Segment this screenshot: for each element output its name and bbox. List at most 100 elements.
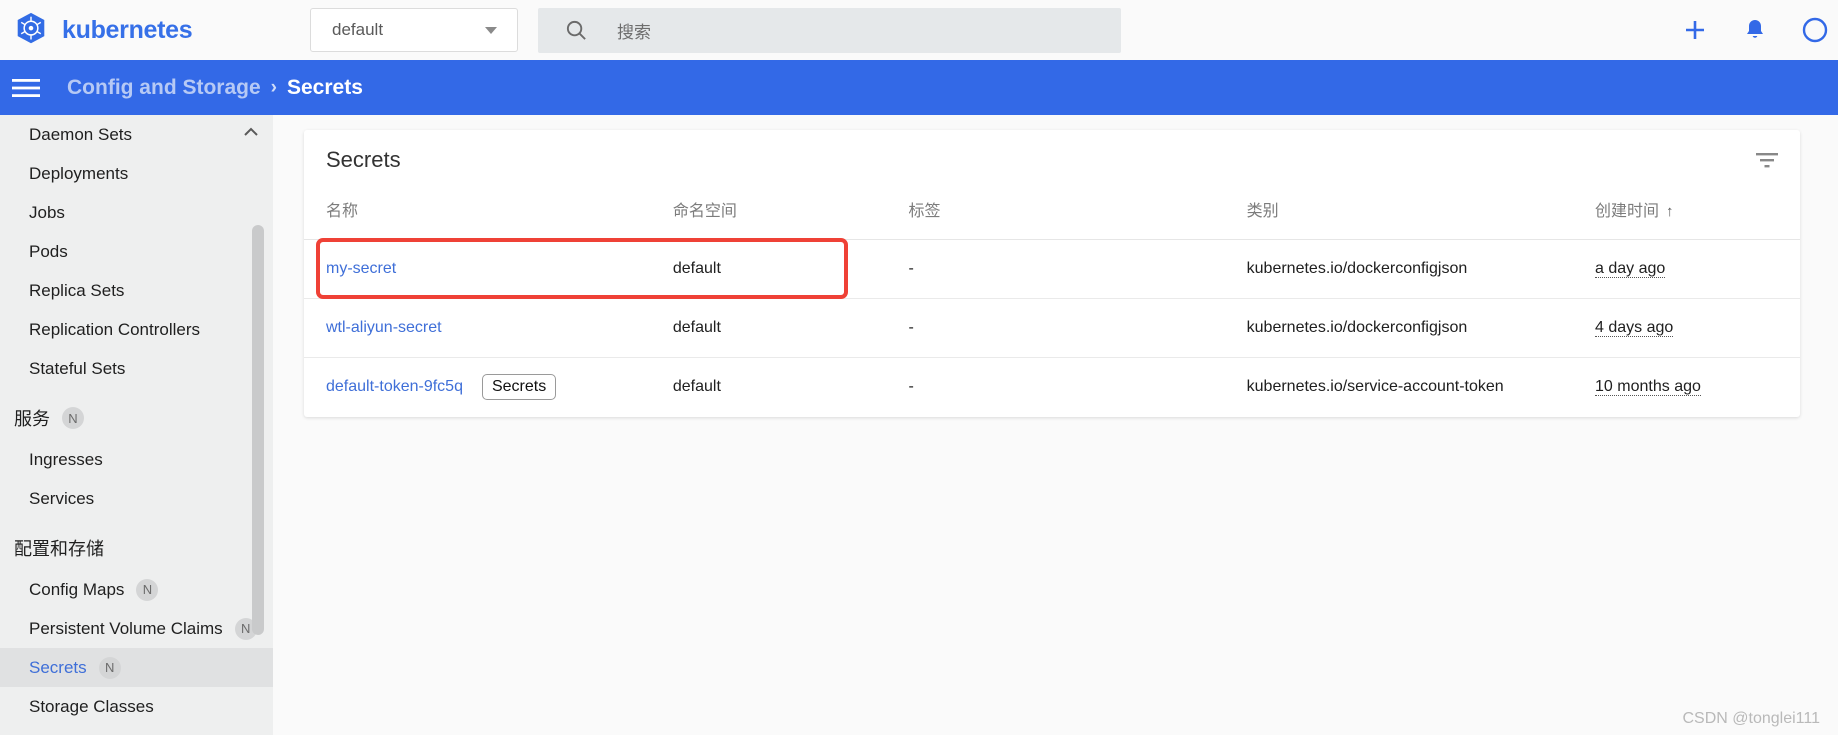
namespaced-badge: N: [136, 578, 159, 601]
sort-ascending-icon: ↑: [1666, 203, 1674, 220]
column-header-1[interactable]: 命名空间: [672, 189, 909, 240]
filter-funnel-icon[interactable]: [1756, 152, 1778, 169]
sidebar-item-ingresses[interactable]: Ingresses: [0, 440, 273, 479]
secrets-table: 名称 命名空间 标签 类别 创建时间 ↑ my-secret default - kuberne…: [304, 189, 1800, 417]
column-header-label: 创建时间: [1595, 203, 1660, 220]
row-tooltip: Secrets: [481, 374, 557, 401]
sidebar-item-label: Replication Controllers: [29, 319, 201, 339]
kubernetes-wheel-logo: [12, 11, 50, 49]
sidebar-item-label: Stateful Sets: [29, 358, 126, 378]
table-header-row: 名称 命名空间 标签 类别 创建时间 ↑: [304, 189, 1800, 240]
sidebar-item-label: Storage Classes: [29, 696, 154, 716]
brand-name: kubernetes: [62, 15, 193, 44]
sidebar-item-label: Ingresses: [29, 449, 103, 469]
sidebar-item-config-maps[interactable]: Config Maps N: [0, 570, 273, 609]
created-timestamp: a day ago: [1595, 260, 1666, 278]
watermark: CSDN @tonglei111: [1682, 710, 1821, 727]
sidebar-item-服务: 服务 N: [0, 396, 273, 440]
cell-created: 4 days ago: [1595, 298, 1800, 358]
cell-name: default-token-9fc5q Secrets: [304, 358, 673, 417]
namespaced-badge: N: [98, 656, 121, 679]
breadcrumb-bar: Config and Storage › Secrets: [0, 60, 1838, 115]
column-header-4[interactable]: 创建时间 ↑: [1595, 189, 1800, 240]
search-input[interactable]: 搜索: [617, 18, 651, 43]
sidebar-item-label: 服务: [14, 409, 50, 429]
hamburger-menu-icon[interactable]: [12, 78, 40, 98]
cell-namespace: default: [672, 298, 909, 358]
sidebar-item-label: Config Maps: [29, 579, 125, 599]
table-row[interactable]: wtl-aliyun-secret default - kubernetes.io/d…: [304, 298, 1800, 358]
top-bar: kubernetes default 搜索: [0, 0, 1838, 60]
sidebar-item-stateful-sets[interactable]: Stateful Sets: [0, 349, 273, 388]
created-timestamp: 4 days ago: [1595, 319, 1674, 337]
chevron-up-icon[interactable]: [243, 125, 259, 141]
sidebar-nav: Daemon Sets Deployments Jobs Pods Replica Se…: [0, 115, 273, 726]
brand[interactable]: kubernetes: [12, 11, 302, 49]
main-content: Secrets 名称 命名空间 标签 类别 创建时间 ↑ my-secret default…: [273, 115, 1838, 735]
sidebar-item-pods[interactable]: Pods: [0, 232, 273, 271]
sidebar-item-services[interactable]: Services: [0, 479, 273, 518]
cell-labels: -: [908, 378, 914, 396]
sidebar-item-jobs[interactable]: Jobs: [0, 193, 273, 232]
sidebar-item-label: Services: [29, 488, 95, 508]
sidebar-item-label: Secrets: [29, 657, 87, 677]
card-header: Secrets: [304, 130, 1800, 189]
sidebar-item-replica-sets[interactable]: Replica Sets: [0, 271, 273, 310]
sidebar-item-label: Jobs: [29, 202, 65, 222]
column-header-label: 名称: [326, 203, 359, 220]
top-actions: [1680, 0, 1838, 60]
sidebar-item-label: Daemon Sets: [29, 124, 132, 144]
cell-created: a day ago: [1595, 239, 1800, 299]
sidebar-item-label: 配置和存储: [14, 539, 104, 559]
column-header-0[interactable]: 名称: [304, 189, 673, 240]
table-row[interactable]: my-secret default - kubernetes.io/dockercon…: [304, 239, 1800, 299]
sidebar-item-secrets[interactable]: Secrets N: [0, 648, 273, 687]
search-box[interactable]: 搜索: [538, 7, 1121, 53]
namespace-value: default: [332, 20, 384, 39]
cell-created: 10 months ago: [1595, 358, 1800, 417]
cell-name: wtl-aliyun-secret: [304, 298, 673, 358]
chevron-down-icon: [485, 27, 497, 34]
help-circle-icon[interactable]: [1800, 15, 1830, 45]
column-header-3[interactable]: 类别: [1246, 189, 1596, 240]
cell-labels: -: [908, 298, 1247, 358]
column-header-label: 标签: [908, 203, 941, 220]
bell-icon[interactable]: [1740, 15, 1770, 45]
sidebar-item-配置和存储: 配置和存储: [0, 526, 273, 570]
column-header-2[interactable]: 标签: [908, 189, 1247, 240]
secret-name-link[interactable]: wtl-aliyun-secret: [326, 319, 442, 336]
namespaced-badge: N: [62, 407, 84, 429]
secrets-card: Secrets 名称 命名空间 标签 类别 创建时间 ↑ my-secret default…: [304, 130, 1800, 417]
sidebar: Daemon Sets Deployments Jobs Pods Replica Se…: [0, 115, 273, 735]
sidebar-item-label: Pods: [29, 241, 68, 261]
cell-type: kubernetes.io/dockerconfigjson: [1246, 298, 1596, 358]
cell-namespace: default: [672, 239, 909, 299]
sidebar-item-persistent-volume-claims[interactable]: Persistent Volume Claims N: [0, 609, 273, 648]
page-title: Secrets: [326, 146, 401, 172]
plus-icon[interactable]: [1680, 15, 1710, 45]
sidebar-item-replication-controllers[interactable]: Replication Controllers: [0, 310, 273, 349]
body: Daemon Sets Deployments Jobs Pods Replica Se…: [0, 115, 1838, 735]
secret-name-link[interactable]: my-secret: [326, 260, 396, 277]
created-timestamp: 10 months ago: [1595, 378, 1701, 397]
cell-type: kubernetes.io/dockerconfigjson: [1246, 239, 1596, 299]
cell-type: kubernetes.io/service-account-token: [1246, 378, 1504, 396]
sidebar-item-label: Replica Sets: [29, 280, 125, 300]
breadcrumb-parent[interactable]: Config and Storage: [67, 76, 261, 100]
column-header-label: 命名空间: [672, 203, 737, 220]
namespace-selector[interactable]: default: [310, 8, 518, 52]
secret-name-link[interactable]: default-token-9fc5q: [326, 378, 463, 395]
cell-namespace: default: [672, 378, 721, 396]
breadcrumb-separator: ›: [270, 76, 277, 98]
table-body: my-secret default - kubernetes.io/dockercon…: [304, 239, 1800, 417]
sidebar-item-label: Persistent Volume Claims: [29, 618, 223, 638]
cell-name: my-secret: [304, 239, 673, 299]
search-icon: [565, 19, 588, 42]
cell-labels: -: [908, 239, 1247, 299]
sidebar-item-storage-classes[interactable]: Storage Classes: [0, 687, 273, 726]
sidebar-item-label: Deployments: [29, 163, 129, 183]
sidebar-scrollbar[interactable]: [252, 225, 264, 635]
sidebar-item-deployments[interactable]: Deployments: [0, 154, 273, 193]
sidebar-item-daemon-sets[interactable]: Daemon Sets: [0, 115, 273, 154]
table-row[interactable]: default-token-9fc5q Secrets default - kubern…: [304, 358, 1800, 417]
